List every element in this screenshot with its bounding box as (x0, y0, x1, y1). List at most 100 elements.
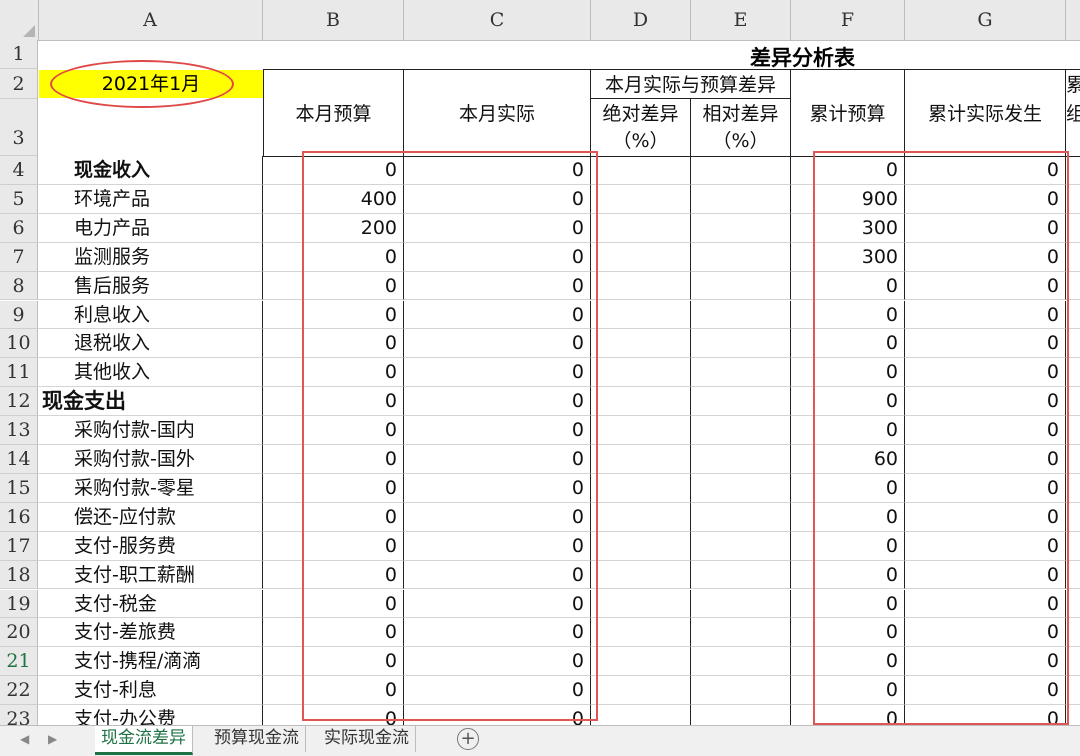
column-header-g[interactable]: G (905, 0, 1066, 40)
row-header-16[interactable]: 16 (0, 502, 38, 532)
value-cell-e[interactable] (691, 184, 791, 214)
value-cell-d[interactable] (591, 502, 691, 532)
header-variance-group[interactable]: 本月实际与预算差异 (591, 69, 791, 99)
value-cell-d[interactable] (591, 531, 691, 561)
sheet-tab-actual-cash[interactable]: 实际现金流 (318, 726, 416, 752)
header-actual-month[interactable]: 本月实际 (404, 69, 591, 157)
value-cell-e[interactable] (691, 156, 791, 185)
value-cell-e[interactable] (691, 502, 791, 532)
row-header-13[interactable]: 13 (0, 416, 38, 445)
value-cell-d[interactable] (591, 271, 691, 301)
value-cell-d[interactable] (591, 329, 691, 359)
value-cell-e[interactable] (691, 358, 791, 388)
value-cell-e[interactable] (691, 560, 791, 590)
header-cum-budget[interactable]: 累计预算 (791, 69, 905, 157)
row-label-cell[interactable]: 退税收入 (38, 329, 263, 359)
header-budget-month[interactable]: 本月预算 (263, 69, 404, 157)
row-header-12[interactable]: 12 (0, 387, 38, 417)
sheet-tab-cash-variance[interactable]: 现金流差异 (95, 726, 193, 755)
spreadsheet-grid[interactable]: 差异分析表 2021年1月 本月预算 本月实际 本月实际与预算差异 绝对差异 （… (38, 40, 1080, 725)
row-label-cell[interactable]: 支付-携程/滴滴 (38, 647, 263, 677)
row-label-cell[interactable]: 其他收入 (38, 358, 263, 388)
column-header-a[interactable]: A (38, 0, 263, 40)
value-cell-e[interactable] (691, 416, 791, 445)
row-label-cell[interactable]: 利息收入 (38, 300, 263, 330)
row-label-cell[interactable]: 现金支出 (38, 387, 263, 417)
value-cell-e[interactable] (691, 473, 791, 503)
row-label-cell[interactable]: 支付-税金 (38, 589, 263, 619)
row-label-cell[interactable]: 采购付款-零星 (38, 473, 263, 503)
value-cell-d[interactable] (591, 387, 691, 417)
row-header-1[interactable]: 1 (0, 40, 38, 69)
header-cum-actual[interactable]: 累计实际发生 (905, 69, 1066, 157)
value-cell-d[interactable] (591, 156, 691, 185)
value-cell-e[interactable] (691, 329, 791, 359)
sheet-tab-budget-cash[interactable]: 预算现金流 (208, 726, 306, 752)
column-header-b[interactable]: B (263, 0, 404, 40)
value-cell-e[interactable] (691, 676, 791, 706)
value-cell-e[interactable] (691, 300, 791, 330)
value-cell-d[interactable] (591, 589, 691, 619)
row-header-21[interactable]: 21 (0, 647, 38, 677)
row-label-cell[interactable]: 偿还-应付款 (38, 502, 263, 532)
row-header-10[interactable]: 10 (0, 329, 38, 359)
row-header-17[interactable]: 17 (0, 531, 38, 561)
row-header-6[interactable]: 6 (0, 213, 38, 243)
row-header-5[interactable]: 5 (0, 184, 38, 214)
row-label-cell[interactable]: 支付-办公费 (38, 705, 263, 725)
header-abs-variance[interactable]: 绝对差异 （%） (591, 99, 691, 157)
row-header-15[interactable]: 15 (0, 473, 38, 503)
row-label-cell[interactable]: 支付-差旅费 (38, 618, 263, 648)
value-cell-e[interactable] (691, 531, 791, 561)
value-cell-d[interactable] (591, 618, 691, 648)
value-cell-e[interactable] (691, 242, 791, 272)
row-header-11[interactable]: 11 (0, 358, 38, 388)
row-label-cell[interactable]: 支付-服务费 (38, 531, 263, 561)
row-label-cell[interactable]: 环境产品 (38, 184, 263, 214)
value-cell-e[interactable] (691, 213, 791, 243)
row-header-3[interactable]: 3 (0, 99, 38, 156)
row-label-cell[interactable]: 售后服务 (38, 271, 263, 301)
value-cell-d[interactable] (591, 560, 691, 590)
value-cell-d[interactable] (591, 445, 691, 474)
row-header-2[interactable]: 2 (0, 69, 38, 99)
value-cell-e[interactable] (691, 445, 791, 474)
row-header-20[interactable]: 20 (0, 618, 38, 648)
row-header-7[interactable]: 7 (0, 242, 38, 272)
select-all-button[interactable] (0, 0, 39, 40)
column-header-d[interactable]: D (591, 0, 691, 40)
row-header-9[interactable]: 9 (0, 300, 38, 330)
column-header-e[interactable]: E (691, 0, 791, 40)
value-cell-d[interactable] (591, 705, 691, 725)
value-cell-e[interactable] (691, 589, 791, 619)
row-header-4[interactable]: 4 (0, 156, 38, 185)
row-header-14[interactable]: 14 (0, 445, 38, 474)
row-header-19[interactable]: 19 (0, 589, 38, 619)
header-rel-variance[interactable]: 相对差异 （%） (691, 99, 791, 157)
column-header-f[interactable]: F (791, 0, 905, 40)
header-cut-off[interactable]: 累 组 (1066, 69, 1080, 157)
row-label-cell[interactable]: 监测服务 (38, 242, 263, 272)
value-cell-d[interactable] (591, 358, 691, 388)
row-label-cell[interactable]: 支付-职工薪酬 (38, 560, 263, 590)
column-header-h[interactable] (1066, 0, 1080, 40)
triangle-right-icon[interactable]: ▶ (48, 732, 57, 746)
row-label-cell[interactable]: 采购付款-国内 (38, 416, 263, 445)
value-cell-e[interactable] (691, 647, 791, 677)
value-cell-d[interactable] (591, 676, 691, 706)
row-label-cell[interactable]: 现金收入 (38, 156, 263, 185)
value-cell-e[interactable] (691, 271, 791, 301)
row-header-22[interactable]: 22 (0, 676, 38, 706)
column-header-c[interactable]: C (404, 0, 591, 40)
value-cell-d[interactable] (591, 416, 691, 445)
row-label-cell[interactable]: 电力产品 (38, 213, 263, 243)
value-cell-d[interactable] (591, 242, 691, 272)
value-cell-d[interactable] (591, 213, 691, 243)
value-cell-d[interactable] (591, 647, 691, 677)
value-cell-e[interactable] (691, 705, 791, 725)
value-cell-d[interactable] (591, 300, 691, 330)
value-cell-d[interactable] (591, 473, 691, 503)
row-label-cell[interactable]: 支付-利息 (38, 676, 263, 706)
row-header-18[interactable]: 18 (0, 560, 38, 590)
value-cell-d[interactable] (591, 184, 691, 214)
